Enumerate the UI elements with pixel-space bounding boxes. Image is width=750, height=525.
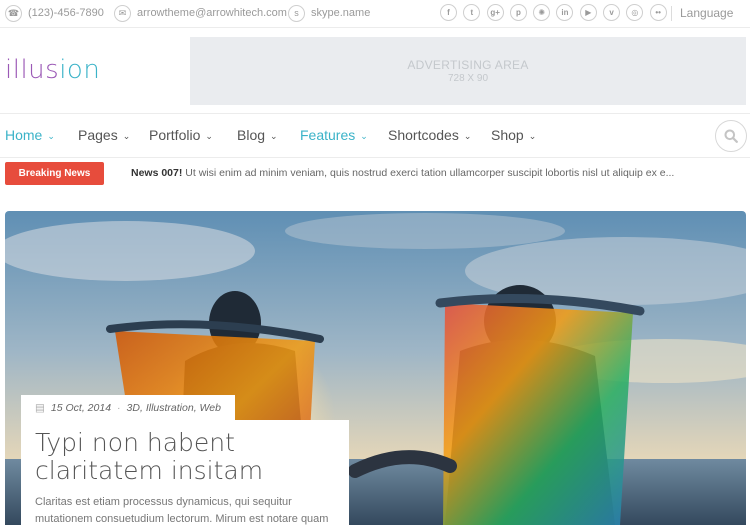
post-title[interactable]: Typi non habent claritatem insitam: [35, 429, 335, 485]
post-title-line2: claritatem insitam: [35, 456, 264, 485]
language-selector[interactable]: Language: [680, 6, 733, 20]
google-plus-icon[interactable]: g+: [486, 4, 504, 21]
post-date: 15 Oct, 2014: [50, 401, 112, 414]
youtube-icon[interactable]: ▶: [579, 4, 597, 21]
search-button[interactable]: [715, 120, 747, 152]
nav-item-home[interactable]: Home ⌄: [5, 127, 55, 143]
language-divider: [671, 6, 672, 21]
linkedin-icon[interactable]: in: [556, 4, 574, 21]
nav-item-shop[interactable]: Shop ⌄: [491, 127, 536, 143]
twitter-icon[interactable]: t: [463, 4, 481, 21]
skype-name[interactable]: skype.name: [311, 7, 370, 19]
flickr-icon[interactable]: ••: [649, 4, 667, 21]
category-link[interactable]: 3D: [127, 402, 140, 414]
phone-contact: ☎ (123)-456-7890: [5, 4, 104, 22]
chevron-down-icon: ⌄: [463, 130, 472, 141]
category-link[interactable]: Illustration: [146, 402, 194, 414]
chevron-down-icon: ⌄: [528, 130, 537, 141]
post-title-line1: Typi non habent: [35, 428, 235, 457]
logo-text-part1: illus: [5, 55, 60, 85]
chevron-down-icon: ⌄: [122, 130, 131, 141]
category-link[interactable]: Web: [200, 402, 221, 414]
meta-separator: ·: [117, 401, 121, 414]
post-meta: ▤ 15 Oct, 2014 · 3D, Illustration, Web: [21, 395, 235, 420]
email-address[interactable]: arrowtheme@arrowhitech.com: [137, 7, 287, 19]
phone-number: (123)-456-7890: [28, 7, 104, 19]
nav-item-label: Shop: [491, 127, 524, 143]
chevron-down-icon: ⌄: [47, 130, 55, 141]
envelope-icon: ✉: [114, 4, 131, 22]
nav-item-label: Blog: [237, 127, 266, 143]
nav-item-portfolio[interactable]: Portfolio ⌄: [149, 127, 213, 143]
vimeo-icon[interactable]: v: [603, 4, 621, 21]
nav-item-label: Shortcodes: [388, 127, 459, 143]
site-logo[interactable]: illusion: [5, 55, 100, 85]
skype-icon: s: [288, 4, 305, 22]
facebook-icon[interactable]: f: [440, 4, 457, 21]
ticker-prefix: News 007!: [131, 167, 183, 179]
ticker-text: Ut wisi enim ad minim veniam, quis nostr…: [182, 167, 675, 179]
top-bar: ☎ (123)-456-7890 ✉ arrowtheme@arrowhitec…: [0, 0, 750, 28]
post-excerpt: Claritas est etiam processus dynamicus, …: [35, 496, 329, 525]
skype-contact[interactable]: s skype.name: [288, 4, 370, 22]
instagram-icon[interactable]: ◎: [626, 4, 644, 21]
nav-item-label: Features: [300, 127, 356, 143]
social-links: f t g+ p ✺ in ▶ v ◎ ••: [440, 4, 673, 21]
search-icon: [724, 129, 738, 143]
nav-divider-bottom: [0, 157, 750, 158]
calendar-icon: ▤: [35, 401, 45, 414]
nav-item-shortcodes[interactable]: Shortcodes ⌄: [388, 127, 471, 143]
nav-item-label: Home: [5, 127, 43, 143]
breaking-news-badge[interactable]: Breaking News: [5, 162, 104, 185]
ad-size: 728 X 90: [447, 73, 489, 84]
nav-item-label: Portfolio: [149, 127, 201, 143]
pinterest-icon[interactable]: p: [509, 4, 527, 21]
advertising-area[interactable]: ADVERTISING AREA 728 X 90: [190, 37, 746, 105]
post-categories: 3D, Illustration, Web: [126, 401, 221, 414]
post-card: Typi non habent claritatem insitam Clari…: [21, 420, 349, 525]
nav-item-blog[interactable]: Blog ⌄: [237, 127, 278, 143]
nav-item-label: Pages: [78, 127, 118, 143]
phone-icon: ☎: [5, 4, 22, 22]
email-contact[interactable]: ✉ arrowtheme@arrowhitech.com: [114, 4, 287, 22]
ad-title: ADVERTISING AREA: [407, 58, 529, 72]
nav-divider-top: [0, 113, 750, 114]
nav-item-features[interactable]: Features ⌄: [300, 127, 368, 143]
chevron-down-icon: ⌄: [360, 130, 368, 141]
news-ticker[interactable]: News 007! Ut wisi enim ad minim veniam, …: [131, 167, 674, 179]
dribbble-icon[interactable]: ✺: [533, 4, 551, 21]
logo-text-part2: ion: [59, 55, 101, 85]
nav-item-pages[interactable]: Pages ⌄: [78, 127, 130, 143]
chevron-down-icon: ⌄: [205, 130, 213, 141]
chevron-down-icon: ⌄: [270, 130, 278, 141]
